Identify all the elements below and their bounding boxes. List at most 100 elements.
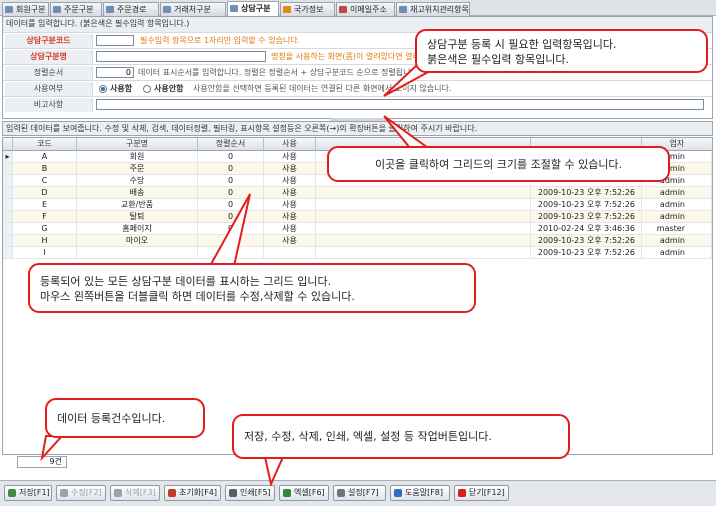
form-row-note: 비고사항 xyxy=(3,98,712,112)
col-header-name[interactable]: 구분명 xyxy=(77,138,198,151)
cell-code[interactable]: F xyxy=(13,211,77,223)
row-indicator xyxy=(3,163,13,175)
save-button[interactable]: 저장[F1] xyxy=(4,485,52,501)
delete-icon xyxy=(114,489,122,497)
cell-note[interactable] xyxy=(316,211,531,223)
cell-name[interactable]: 마이오 xyxy=(77,235,198,247)
cell-use[interactable]: 사용 xyxy=(264,235,316,247)
cell-note[interactable] xyxy=(316,235,531,247)
cell-code[interactable]: A xyxy=(13,151,77,163)
cell-name[interactable]: 배송 xyxy=(77,187,198,199)
cell-use[interactable]: 사용 xyxy=(264,175,316,187)
toolbar-button-label: 삭제[F3] xyxy=(125,488,156,497)
cell-sort[interactable]: 0 xyxy=(198,151,264,163)
close-button[interactable]: 닫기[F12] xyxy=(454,485,509,501)
edit-button[interactable]: 수정[F2] xyxy=(56,485,106,501)
table-row[interactable]: G홈페이지0사용2010-02-24 오후 3:46:36master xyxy=(3,223,712,235)
table-row[interactable]: I 2009-10-23 오후 7:52:26 admin xyxy=(3,247,712,259)
cell-name[interactable]: 수당 xyxy=(77,175,198,187)
delete-button[interactable]: 삭제[F3] xyxy=(110,485,160,501)
col-header-use[interactable]: 사용 xyxy=(264,138,316,151)
cell-name[interactable]: 탈퇴 xyxy=(77,211,198,223)
cell-date[interactable]: 2009-10-23 오후 7:52:26 xyxy=(531,187,642,199)
table-row[interactable]: H마이오0사용2009-10-23 오후 7:52:26admin xyxy=(3,235,712,247)
reset-button[interactable]: 초기화[F4] xyxy=(164,485,221,501)
tab-member-type[interactable]: 회원구분 xyxy=(2,2,49,16)
print-button[interactable]: 인쇄[F5] xyxy=(225,485,275,501)
cell-use[interactable]: 사용 xyxy=(264,187,316,199)
close-icon xyxy=(458,489,466,497)
help-button[interactable]: 도움말[F8] xyxy=(390,485,450,501)
cell-use[interactable] xyxy=(264,247,316,259)
use-no-label[interactable]: 사용안함 xyxy=(154,82,183,96)
cell-name[interactable]: 홈페이지 xyxy=(77,223,198,235)
cell-user[interactable]: master xyxy=(642,223,712,235)
use-no-radio[interactable] xyxy=(143,85,151,93)
cell-user[interactable]: admin xyxy=(642,187,712,199)
cell-code[interactable]: C xyxy=(13,175,77,187)
cell-user[interactable]: admin xyxy=(642,247,712,259)
cell-user[interactable]: admin xyxy=(642,211,712,223)
cell-use[interactable]: 사용 xyxy=(264,199,316,211)
cell-date[interactable]: 2010-02-24 오후 3:46:36 xyxy=(531,223,642,235)
cell-date[interactable]: 2009-10-23 오후 7:52:26 xyxy=(531,199,642,211)
use-yes-label[interactable]: 사용함 xyxy=(110,82,132,96)
cell-sort[interactable]: 0 xyxy=(198,163,264,175)
use-yes-radio[interactable] xyxy=(99,85,107,93)
table-row[interactable]: E 교환/반품 0 사용 2009-10-23 오후 7:52:26 admin xyxy=(3,199,712,211)
cell-name[interactable]: 회원 xyxy=(77,151,198,163)
tab-vendor-type[interactable]: 거래처구분 xyxy=(160,2,226,16)
star-icon xyxy=(283,6,291,13)
tab-order-route[interactable]: 주문경로 xyxy=(103,2,159,16)
print-icon xyxy=(229,489,237,497)
cell-name[interactable] xyxy=(77,247,198,259)
cell-name[interactable]: 주문 xyxy=(77,163,198,175)
tab-country-info[interactable]: 국가정보 xyxy=(280,2,335,16)
col-header-code[interactable]: 코드 xyxy=(13,138,77,151)
sort-input[interactable] xyxy=(96,67,134,78)
cell-use[interactable]: 사용 xyxy=(264,163,316,175)
cell-date[interactable]: 2009-10-23 오후 7:52:26 xyxy=(531,247,642,259)
toolbar-button-label: 저장[F1] xyxy=(19,488,50,497)
toolbar-button-label: 수정[F2] xyxy=(71,488,102,497)
tab-stock-location[interactable]: 재고위치관리항목 xyxy=(396,2,470,16)
cell-code[interactable]: D xyxy=(13,187,77,199)
cell-code[interactable]: E xyxy=(13,199,77,211)
cell-use[interactable]: 사용 xyxy=(264,223,316,235)
cell-use[interactable]: 사용 xyxy=(264,151,316,163)
toolbar-button-label: 초기화[F4] xyxy=(179,488,218,497)
form-header-text: 데이터를 입력합니다. (붉은색은 필수입력 항목입니다.) xyxy=(6,19,190,28)
folder-icon xyxy=(53,6,61,13)
cell-name[interactable]: 교환/반품 xyxy=(77,199,198,211)
use-label: 사용여부 xyxy=(5,82,93,96)
settings-button[interactable]: 설정[F7] xyxy=(333,485,386,501)
table-row[interactable]: D 배송 0 사용 2009-10-23 오후 7:52:26 admin xyxy=(3,187,712,199)
cell-use[interactable]: 사용 xyxy=(264,211,316,223)
tab-order-type[interactable]: 주문구분 xyxy=(50,2,102,16)
cell-code[interactable]: I xyxy=(13,247,77,259)
cell-date[interactable]: 2009-10-23 오후 7:52:26 xyxy=(531,235,642,247)
col-header-sort[interactable]: 정렬순서 xyxy=(198,138,264,151)
cell-code[interactable]: G xyxy=(13,223,77,235)
cell-note[interactable] xyxy=(316,187,531,199)
tab-consult-type[interactable]: 상담구분 xyxy=(227,1,279,17)
code-input[interactable] xyxy=(96,35,134,46)
cell-user[interactable]: admin xyxy=(642,235,712,247)
cell-user[interactable]: admin xyxy=(642,199,712,211)
code-hint: 필수입력 항목으로 1자리만 입력할 수 있습니다. xyxy=(140,36,301,45)
tab-bar: 회원구분 주문구분 주문경로 거래처구분 상담구분 국가정보 이메일주소 재고위… xyxy=(0,0,716,17)
cell-code[interactable]: B xyxy=(13,163,77,175)
cell-note[interactable] xyxy=(316,223,531,235)
note-input[interactable] xyxy=(96,99,704,110)
tab-email[interactable]: 이메일주소 xyxy=(336,2,395,16)
name-input[interactable] xyxy=(96,51,266,62)
table-row[interactable]: F 탈퇴 0 사용 2009-10-23 오후 7:52:26 admin xyxy=(3,211,712,223)
cell-note[interactable] xyxy=(316,199,531,211)
cell-sort[interactable]: 0 xyxy=(198,175,264,187)
toolbar-button-label: 닫기[F12] xyxy=(469,488,505,497)
cell-date[interactable]: 2009-10-23 오후 7:52:26 xyxy=(531,211,642,223)
cell-code[interactable]: H xyxy=(13,235,77,247)
cell-note[interactable] xyxy=(316,247,531,259)
reset-icon xyxy=(168,489,176,497)
excel-button[interactable]: 엑셀[F6] xyxy=(279,485,329,501)
